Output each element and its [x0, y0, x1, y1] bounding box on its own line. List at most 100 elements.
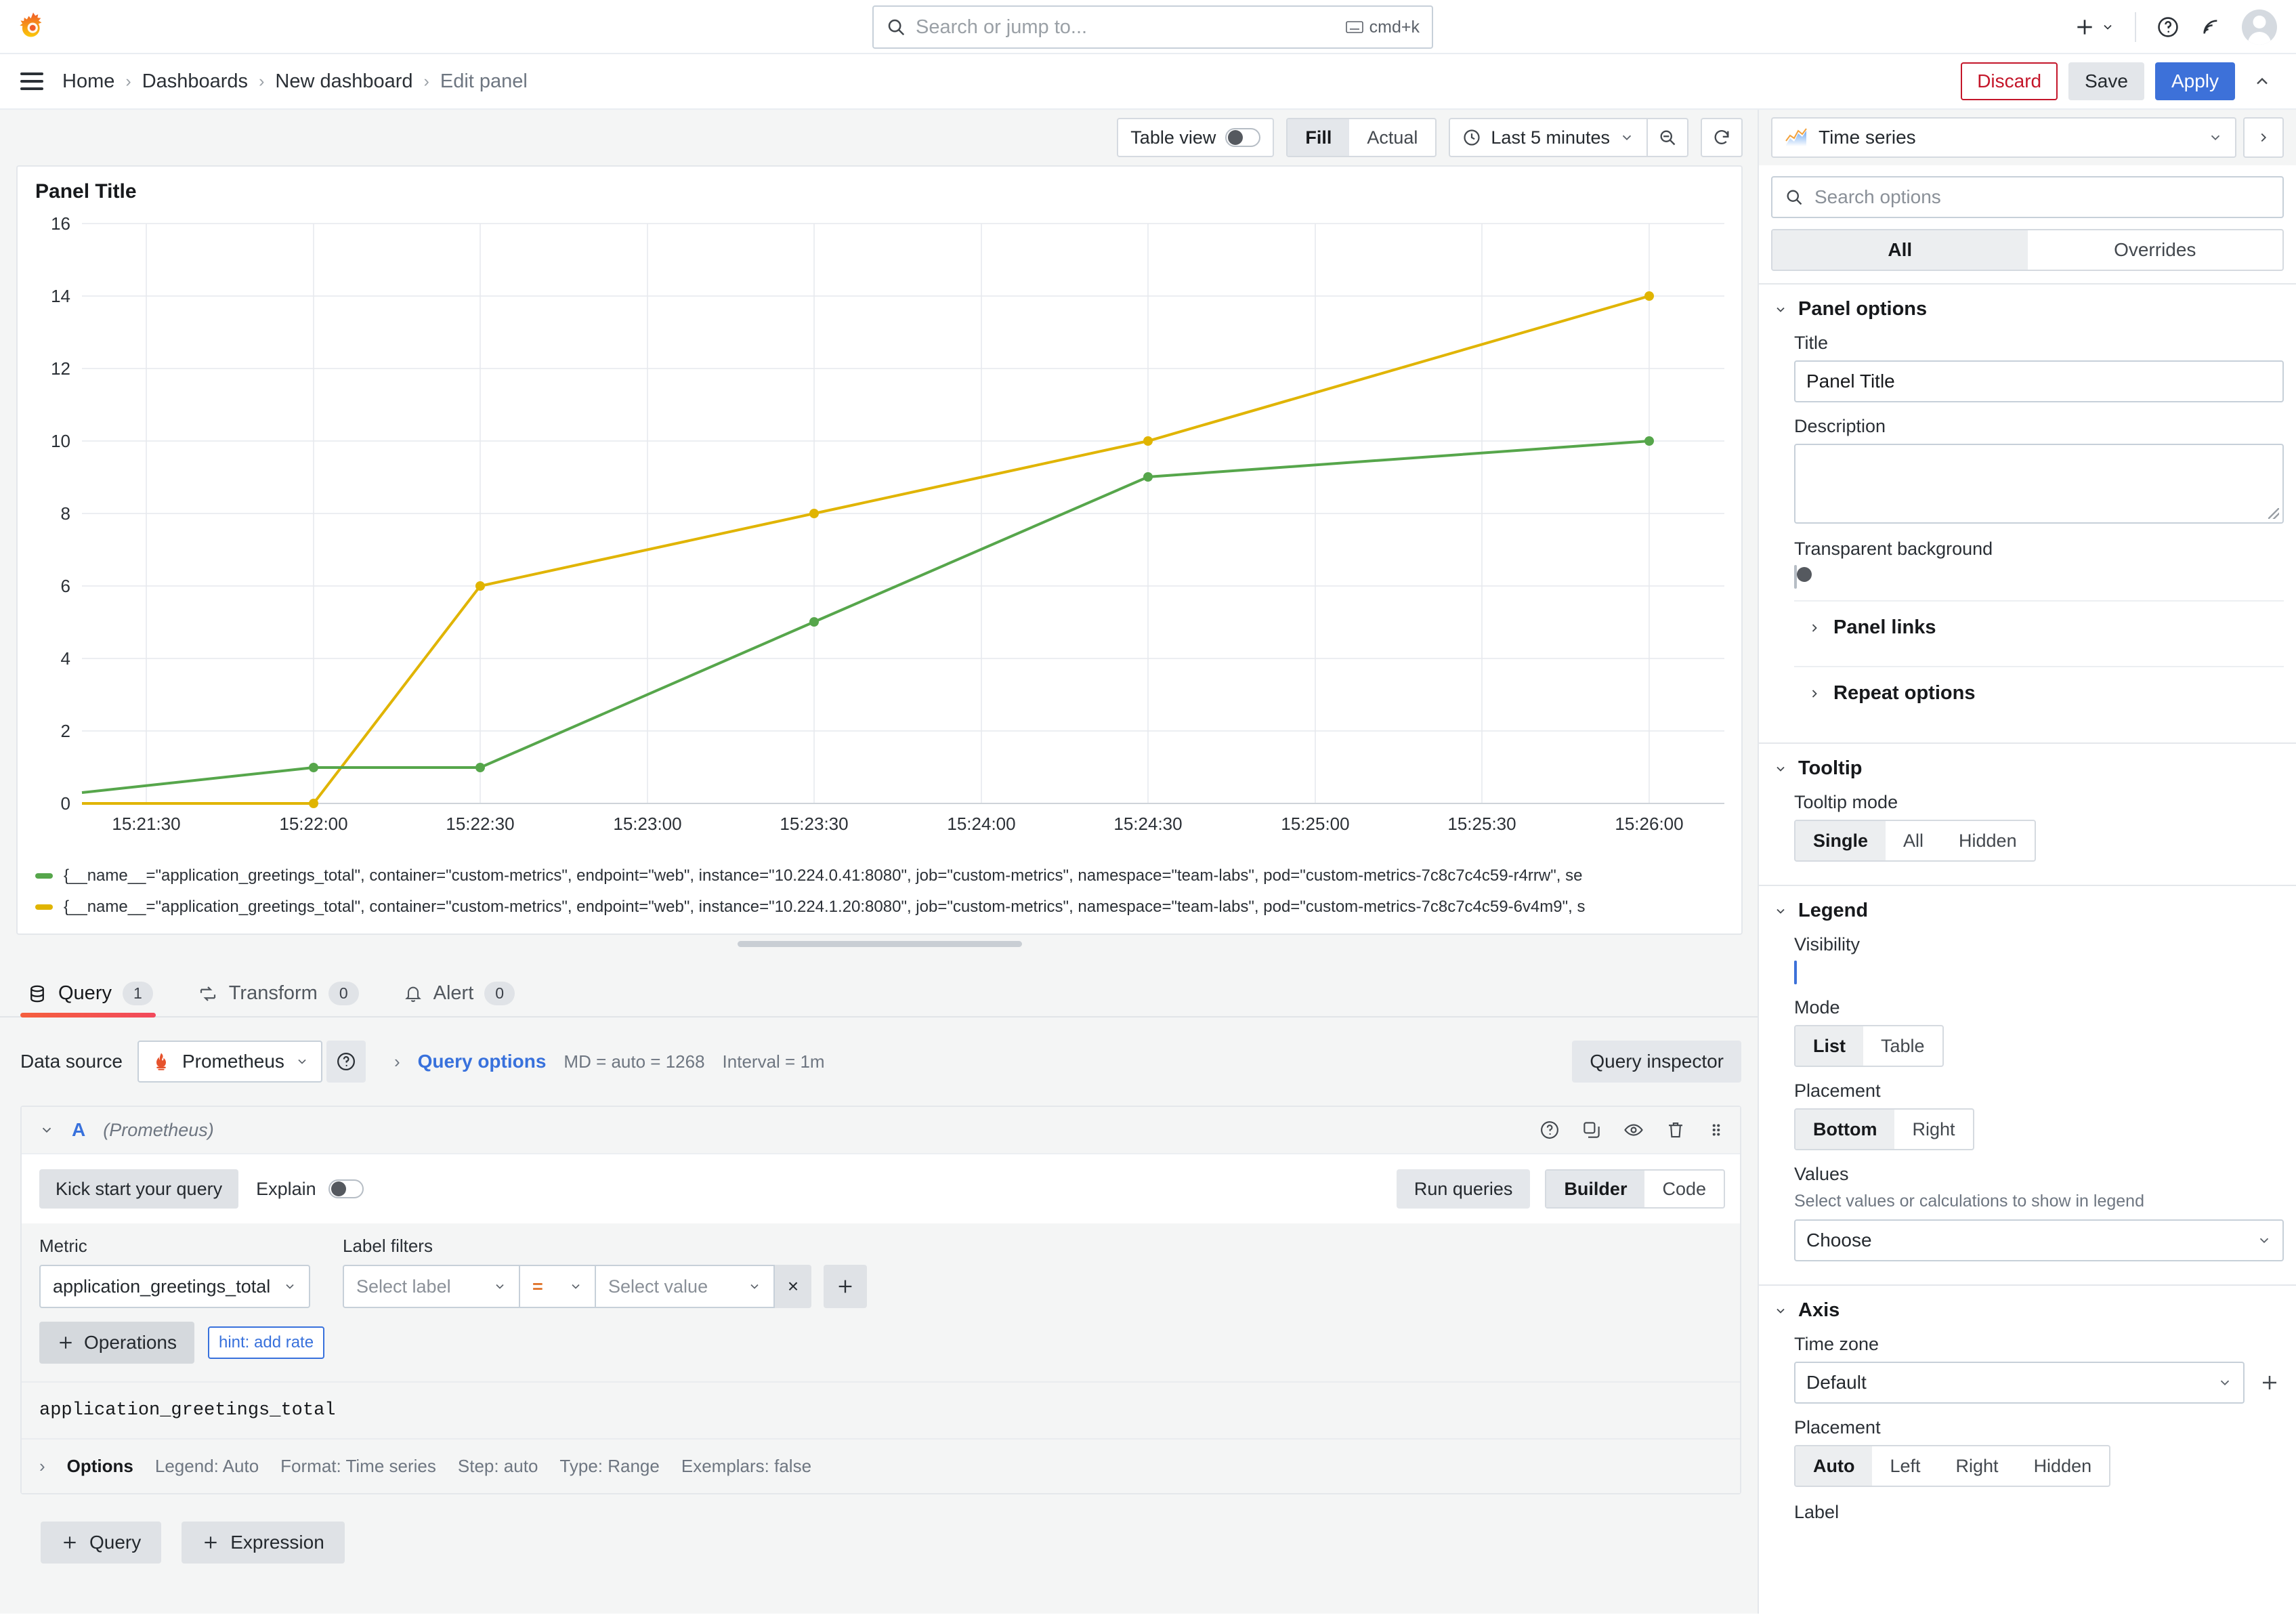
tooltip-mode-hidden[interactable]: Hidden: [1941, 821, 2035, 860]
tab-all[interactable]: All: [1772, 230, 2028, 270]
query-options-summary-row[interactable]: › Options Legend: Auto Format: Time seri…: [22, 1440, 1740, 1493]
kick-start-your-query-button[interactable]: Kick start your query: [39, 1169, 239, 1209]
legend-visibility-label: Visibility: [1794, 934, 1861, 955]
table-view-toggle[interactable]: Table view: [1117, 118, 1275, 157]
legend-item[interactable]: {__name__="application_greetings_total",…: [35, 860, 1741, 892]
tab-query[interactable]: Query 1: [20, 982, 173, 1018]
search-options-input[interactable]: Search options: [1771, 176, 2284, 218]
actual-option[interactable]: Actual: [1349, 119, 1435, 156]
query-options-label[interactable]: Query options: [418, 1051, 547, 1072]
axis-placement-right[interactable]: Right: [1938, 1446, 2016, 1486]
news-rss-icon[interactable]: [2200, 16, 2221, 38]
add-expression-label: Expression: [230, 1532, 324, 1553]
legend-placement-right[interactable]: Right: [1894, 1110, 1972, 1149]
help-icon[interactable]: [1539, 1120, 1560, 1140]
legend-item[interactable]: {__name__="application_greetings_total",…: [35, 892, 1741, 923]
filter-value-select[interactable]: Select value: [595, 1265, 775, 1308]
legend-mode-list[interactable]: List: [1795, 1026, 1864, 1066]
add-timezone-button[interactable]: [2255, 1372, 2284, 1393]
table-view-switch[interactable]: [1225, 128, 1261, 147]
tab-alert[interactable]: Alert 0: [397, 982, 535, 1016]
chevron-down-icon: [748, 1280, 761, 1293]
panel-links-collapsible[interactable]: Panel links: [1794, 602, 2284, 654]
datasource-picker[interactable]: Prometheus: [137, 1041, 322, 1083]
editor-mode-code[interactable]: Code: [1644, 1171, 1724, 1207]
zoom-out-icon[interactable]: [1646, 118, 1688, 157]
query-ref-id[interactable]: A: [72, 1119, 85, 1141]
transparent-background-switch[interactable]: [1794, 565, 1812, 589]
breadcrumb-item-home[interactable]: Home: [62, 70, 114, 93]
chevron-right-icon[interactable]: [2243, 117, 2284, 158]
add-query-button[interactable]: Query: [41, 1522, 162, 1564]
tooltip-mode-all[interactable]: All: [1886, 821, 1941, 860]
datasource-help-icon[interactable]: [326, 1041, 366, 1083]
add-operations-button[interactable]: Operations: [39, 1322, 194, 1364]
filter-label-select[interactable]: Select label: [343, 1265, 519, 1308]
tab-transform[interactable]: Transform 0: [191, 982, 379, 1016]
horizontal-resize-handle[interactable]: [737, 941, 1022, 947]
grafana-logo-icon[interactable]: [18, 11, 49, 42]
legend-visibility-switch[interactable]: [1779, 961, 1797, 984]
run-queries-button[interactable]: Run queries: [1396, 1169, 1531, 1209]
panel-title-input[interactable]: Panel Title: [1794, 360, 2284, 402]
eye-icon[interactable]: [1623, 1120, 1644, 1140]
section-panel-options-header[interactable]: Panel options: [1771, 298, 2284, 320]
query-inspector-button[interactable]: Query inspector: [1572, 1041, 1741, 1083]
discard-button[interactable]: Discard: [1961, 62, 2058, 100]
chevron-down-icon[interactable]: [39, 1123, 54, 1137]
hamburger-menu-icon[interactable]: [20, 68, 43, 95]
duplicate-icon[interactable]: [1581, 1120, 1602, 1140]
operations-label: Operations: [84, 1332, 177, 1353]
panel-options-pane: Time series Search options All Overrides: [1758, 110, 2296, 1614]
section-axis-header[interactable]: Axis: [1771, 1299, 2284, 1322]
visualization-picker[interactable]: Time series: [1771, 117, 2236, 158]
axis-timezone-select[interactable]: Default: [1794, 1362, 2245, 1404]
max-data-points-info: MD = auto = 1268: [564, 1051, 705, 1072]
add-menu-button[interactable]: [2074, 16, 2114, 38]
tab-overrides[interactable]: Overrides: [2028, 230, 2283, 270]
explain-toggle[interactable]: Explain: [256, 1179, 364, 1200]
search-icon: [886, 17, 906, 37]
legend-values-select[interactable]: Choose: [1794, 1219, 2284, 1261]
breadcrumb-item-new-dashboard[interactable]: New dashboard: [275, 70, 412, 93]
add-expression-button[interactable]: Expression: [182, 1522, 345, 1564]
section-legend-header[interactable]: Legend: [1771, 900, 2284, 922]
apply-button[interactable]: Apply: [2154, 62, 2235, 100]
axis-placement-left[interactable]: Left: [1872, 1446, 1938, 1486]
section-axis: Axis Time zone Default Placement Auto Le…: [1759, 1284, 2296, 1540]
drag-handle-icon[interactable]: [1707, 1120, 1725, 1140]
time-range-picker[interactable]: Last 5 minutes: [1449, 118, 1646, 157]
avatar[interactable]: [2242, 9, 2277, 45]
editor-mode-builder[interactable]: Builder: [1546, 1171, 1645, 1207]
breadcrumb-item-dashboards[interactable]: Dashboards: [142, 70, 248, 93]
metric-select[interactable]: application_greetings_total: [39, 1265, 310, 1308]
query-options-bar[interactable]: › Query options MD = auto = 1268 Interva…: [376, 1041, 1560, 1083]
refresh-icon[interactable]: [1701, 118, 1743, 157]
hint-add-rate-button[interactable]: hint: add rate: [207, 1326, 325, 1359]
panel-description-textarea[interactable]: [1794, 444, 2284, 524]
filter-operator-value: =: [532, 1276, 543, 1297]
help-icon[interactable]: [2156, 16, 2180, 39]
legend-placement-bottom[interactable]: Bottom: [1795, 1110, 1895, 1149]
filter-operator-select[interactable]: =: [519, 1265, 595, 1308]
tooltip-mode-single[interactable]: Single: [1795, 821, 1886, 860]
repeat-options-collapsible[interactable]: Repeat options: [1794, 667, 2284, 719]
svg-text:15:22:00: 15:22:00: [279, 814, 347, 833]
section-tooltip-title: Tooltip: [1798, 757, 1863, 779]
explain-switch[interactable]: [328, 1179, 364, 1198]
datasource-row: Data source Prometheus › Query options M…: [20, 1041, 1741, 1083]
global-search-box[interactable]: Search or jump to... cmd+k: [872, 5, 1433, 49]
trash-icon[interactable]: [1665, 1120, 1686, 1140]
fill-option[interactable]: Fill: [1288, 119, 1350, 156]
axis-placement-hidden[interactable]: Hidden: [2016, 1446, 2110, 1486]
axis-placement-auto[interactable]: Auto: [1795, 1446, 1873, 1486]
add-filter-button[interactable]: [824, 1265, 867, 1308]
close-icon[interactable]: ×: [775, 1265, 811, 1308]
time-series-chart[interactable]: 16 14 12 10 8 6 4 2 0 15:21:30 15:22:00 …: [18, 203, 1741, 856]
legend-mode-table[interactable]: Table: [1863, 1026, 1942, 1066]
section-tooltip-header[interactable]: Tooltip: [1771, 757, 2284, 780]
chevron-up-icon[interactable]: [2246, 72, 2278, 91]
save-button[interactable]: Save: [2068, 62, 2144, 100]
legend-values-help: Select values or calculations to show in…: [1794, 1192, 2144, 1211]
global-search-input[interactable]: Search or jump to...: [916, 16, 1087, 39]
